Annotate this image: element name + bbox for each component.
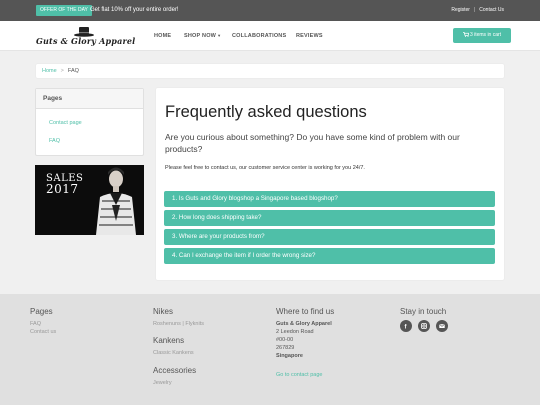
address-line-1: Guts & Glory Apparel — [276, 321, 332, 327]
cart-icon — [462, 31, 470, 37]
breadcrumb-home[interactable]: Home — [42, 68, 57, 74]
address-line-5: Singapore — [276, 353, 303, 359]
faq-question-2[interactable]: 2. How long does shipping take? — [164, 210, 495, 226]
offer-badge[interactable]: OFFER OF THE DAY — [36, 5, 92, 16]
nav-collaborations[interactable]: COLLABORATIONS — [232, 21, 286, 51]
cart-label: 3 items in cart — [469, 32, 502, 38]
faq-lead: Are you curious about something? Do you … — [165, 132, 460, 154]
faq-question-4[interactable]: 4. Can I exchange the item if I order th… — [164, 248, 495, 264]
breadcrumb-current: FAQ — [67, 68, 79, 74]
cart-button[interactable]: 3 items in cart — [453, 28, 511, 43]
breadcrumb-separator: > — [60, 68, 64, 74]
address-line-2: 2 Leedon Road — [276, 329, 314, 335]
address-line-4: 267829 — [276, 345, 295, 351]
nav-reviews[interactable]: REVIEWS — [296, 21, 323, 51]
email-icon[interactable] — [436, 320, 448, 332]
instagram-icon[interactable] — [418, 320, 430, 332]
footer-link-jewelry[interactable]: Jewelry — [153, 380, 172, 386]
logo-text: Guts & Glory Apparel — [36, 36, 136, 46]
contact-us-link[interactable]: Contact Us — [479, 7, 504, 13]
footer-stay-title: Stay in touch — [400, 307, 447, 316]
sidebar-link-contact[interactable]: Contact page — [49, 120, 82, 126]
page-title: Frequently asked questions — [165, 103, 367, 121]
top-links: Register | Contact Us — [451, 5, 504, 16]
footer-link-roshenuns[interactable]: Roshenuns — [153, 321, 181, 327]
faq-panel: Frequently asked questions Are you curio… — [156, 88, 504, 280]
footer-link-contact[interactable]: Contact us — [30, 329, 56, 335]
footer — [0, 294, 540, 405]
chevron-down-icon: ▼ — [217, 33, 222, 38]
faq-question-3[interactable]: 3. Where are your products from? — [164, 229, 495, 245]
footer-link-classic-kankens[interactable]: Classic Kankens — [153, 350, 194, 356]
top-links-separator: | — [473, 7, 476, 13]
facebook-icon[interactable]: f — [400, 320, 412, 332]
nav-shop-now[interactable]: SHOP NOW▼ — [184, 21, 221, 51]
footer-address: Guts & Glory Apparel 2 Leedon Road #00-0… — [276, 320, 332, 360]
faq-question-1[interactable]: 1. Is Guts and Glory blogshop a Singapor… — [164, 191, 495, 207]
footer-pages-title: Pages — [30, 307, 53, 316]
svg-text:f: f — [405, 325, 408, 330]
fashion-model-image — [96, 167, 136, 235]
footer-find-title: Where to find us — [276, 307, 335, 316]
sidebar-link-faq[interactable]: FAQ — [49, 138, 60, 144]
footer-link-flyknits[interactable]: Flyknits — [185, 321, 204, 327]
pages-panel-title: Pages — [36, 89, 143, 109]
sales-banner-line2: 2017 — [46, 182, 79, 196]
offer-text: Get flat 10% off your entire order! — [90, 7, 179, 13]
nav-shop-now-label: SHOP NOW — [184, 33, 217, 39]
sales-banner-text: SALES 2017 — [46, 173, 83, 195]
footer-accessories-title: Accessories — [153, 366, 197, 375]
nav-home[interactable]: HOME — [154, 21, 171, 51]
logo[interactable]: Guts & Glory Apparel — [36, 27, 136, 47]
footer-nikes-separator: | — [182, 321, 184, 327]
footer-nikes-links: Roshenuns | Flyknits — [153, 321, 204, 327]
footer-kankens-title: Kankens — [153, 336, 185, 345]
breadcrumb: Home > FAQ — [36, 64, 504, 78]
top-bar: OFFER OF THE DAY Get flat 10% off your e… — [0, 0, 540, 21]
footer-nikes-title: Nikes — [153, 307, 174, 316]
sales-banner[interactable]: SALES 2017 — [35, 165, 144, 235]
register-link[interactable]: Register — [451, 7, 470, 13]
footer-link-faq[interactable]: FAQ — [30, 321, 41, 327]
faq-note: Please feel free to contact us, our cust… — [165, 165, 365, 171]
main-navbar: Guts & Glory Apparel HOME SHOP NOW▼ COLL… — [0, 21, 540, 51]
address-line-3: #00-00 — [276, 337, 294, 343]
goto-contact-link[interactable]: Go to contact page — [276, 372, 322, 378]
pages-panel: Pages Contact page FAQ — [35, 88, 144, 156]
